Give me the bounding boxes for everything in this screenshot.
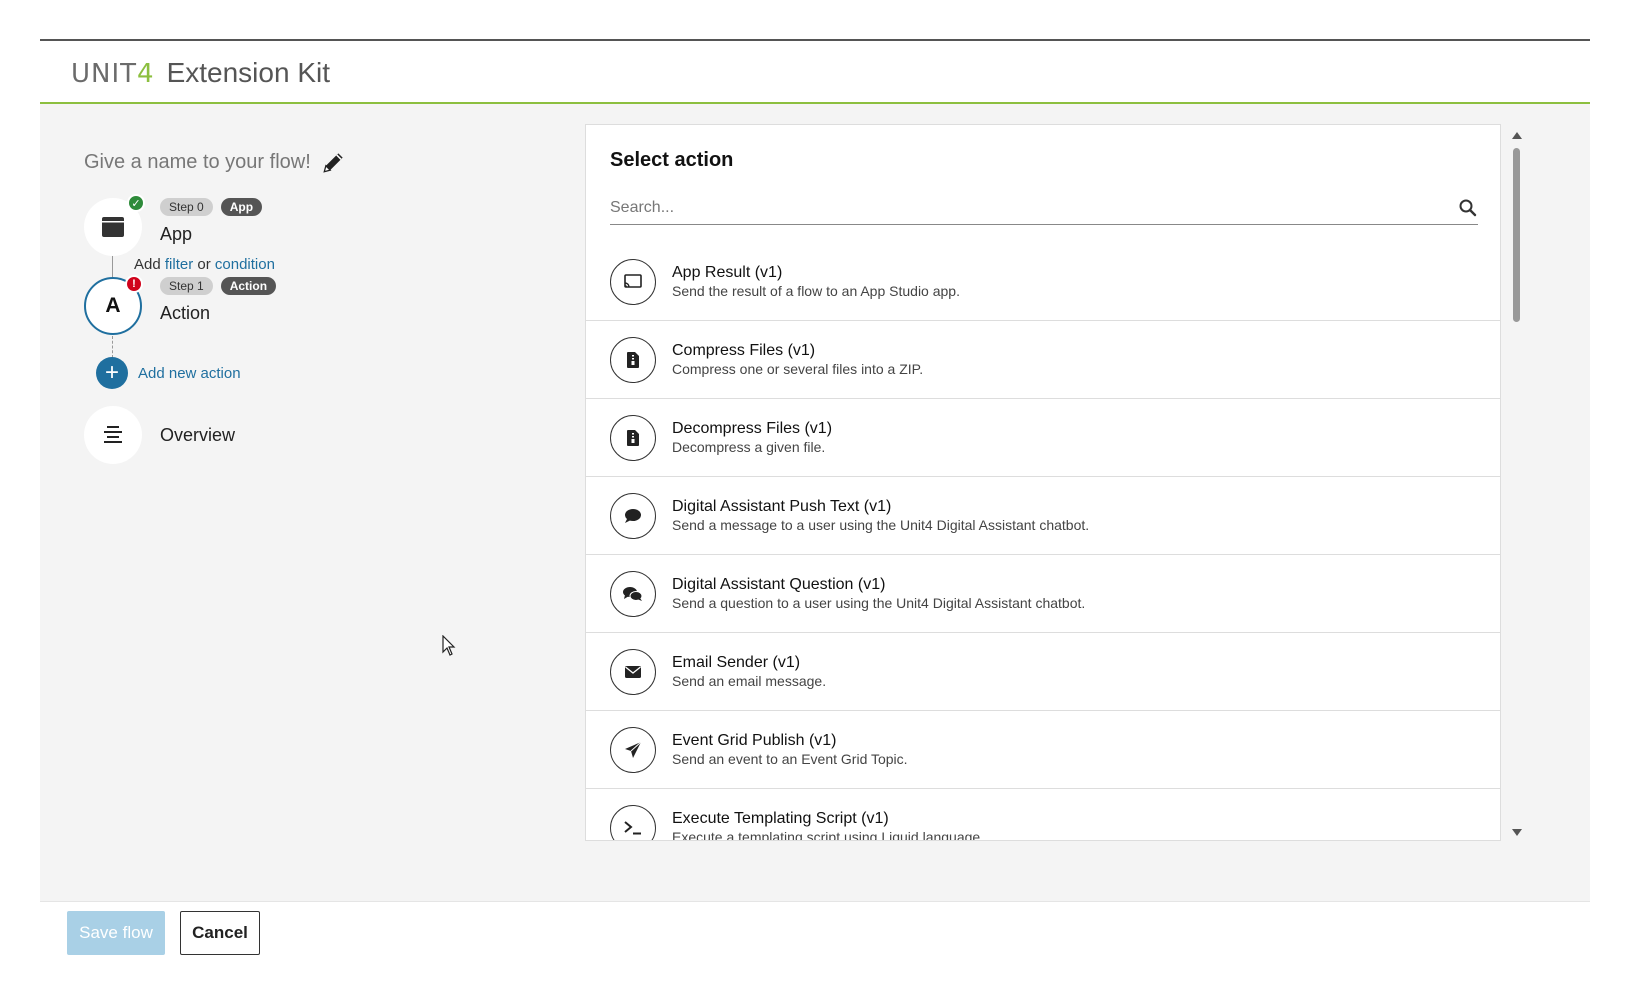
list-item[interactable]: Compress Files (v1) Compress one or seve… [586,321,1500,399]
action-description: Compress one or several files into a ZIP… [672,361,924,377]
action-description: Decompress a given file. [672,439,826,455]
action-description: Send a question to a user using the Unit… [672,595,1086,611]
zip-file-icon [610,414,656,461]
scroll-down-arrow-icon[interactable] [1512,829,1522,836]
overview-label[interactable]: Overview [160,425,235,446]
list-item[interactable]: Execute Templating Script (v1) Execute a… [586,789,1500,841]
cancel-button[interactable]: Cancel [180,911,260,955]
scrollbar[interactable] [1510,128,1524,840]
logo-mark: UNIT4 [71,59,155,89]
action-name: Decompress Files (v1) [672,420,833,437]
list-item[interactable]: Event Grid Publish (v1) Send an event to… [586,711,1500,789]
add-filter-or: or [197,256,211,273]
action-name: Digital Assistant Push Text (v1) [672,498,892,515]
app-header: UNIT4 Extension Kit [40,41,1590,104]
envelope-icon [610,648,656,695]
logo: UNIT4 Extension Kit [71,57,330,89]
align-center-icon [104,426,122,443]
paper-plane-icon [610,726,656,773]
action-name: Execute Templating Script (v1) [672,810,889,827]
mouse-cursor-icon [442,635,456,656]
overview-step[interactable]: Overview [84,406,235,464]
chat-bubbles-icon [610,570,656,617]
filter-link[interactable]: filter [165,256,193,273]
action-list: App Result (v1) Send the result of a flo… [586,243,1500,841]
step-0-circle[interactable]: ✓ [84,194,145,256]
list-item[interactable]: Digital Assistant Push Text (v1) Send a … [586,477,1500,555]
zip-file-icon [610,336,656,383]
action-description: Execute a templating script using Liquid… [672,829,985,841]
scroll-up-arrow-icon[interactable] [1512,132,1522,139]
flow-name-placeholder[interactable]: Give a name to your flow! [84,151,311,174]
list-item[interactable]: Decompress Files (v1) Decompress a given… [586,399,1500,477]
select-action-panel: Select action App Result (v1) Send the r… [585,124,1501,841]
list-item[interactable]: Email Sender (v1) Send an email message. [586,633,1500,711]
step-letter: A [105,294,121,317]
main-area: Give a name to your flow! ✓ Step 0 App A… [40,104,1590,901]
pencil-icon[interactable] [321,149,347,175]
action-name: Digital Assistant Question (v1) [672,576,886,593]
step-title[interactable]: App [160,224,262,245]
step-1[interactable]: A ! Step 1 Action Action [84,275,277,335]
step-title[interactable]: Action [160,303,276,324]
action-description: Send the result of a flow to an App Stud… [672,283,960,299]
step-tag: Step 1 [160,277,213,295]
action-name: Compress Files (v1) [672,342,816,359]
action-name: App Result (v1) [672,264,783,281]
flow-name[interactable]: Give a name to your flow! [84,149,347,175]
add-filter-or-condition: Add filter or condition [134,256,275,273]
scroll-thumb[interactable] [1513,148,1520,322]
type-tag: Action [220,277,277,295]
add-filter-prefix: Add [134,256,161,273]
list-item[interactable]: App Result (v1) Send the result of a flo… [586,243,1500,321]
logo-mark-four: 4 [137,59,155,89]
chat-bubble-icon [610,492,656,539]
action-name: Email Sender (v1) [672,654,801,671]
action-description: Send an event to an Event Grid Topic. [672,751,908,767]
save-flow-button[interactable]: Save flow [67,911,165,955]
step-connector [112,254,113,278]
action-description: Send an email message. [672,673,827,689]
step-0[interactable]: ✓ Step 0 App App [84,194,263,256]
step-connector-dotted [112,336,113,358]
action-description: Send a message to a user using the Unit4… [672,517,1090,533]
error-icon: ! [125,275,143,293]
list-item[interactable]: Digital Assistant Question (v1) Send a q… [586,555,1500,633]
action-name: Event Grid Publish (v1) [672,732,837,749]
step-tag: Step 0 [160,198,213,216]
panel-title: Select action [610,149,734,171]
search-input[interactable] [610,198,1440,217]
footer-bar: Save flow Cancel [40,901,1590,1000]
terminal-icon [610,804,656,840]
type-tag: App [220,198,263,216]
app-title: Extension Kit [166,57,330,88]
search-box[interactable] [610,191,1478,225]
step-1-circle[interactable]: A ! [84,275,143,335]
add-new-action-label[interactable]: Add new action [138,365,241,382]
overview-circle[interactable] [84,406,142,464]
cast-icon [610,258,656,305]
add-new-action-button[interactable]: + Add new action [96,357,241,389]
check-icon: ✓ [127,194,145,212]
condition-link[interactable]: condition [215,256,275,273]
logo-mark-text: UNIT [71,59,138,89]
app-window-icon [102,217,124,237]
plus-icon[interactable]: + [96,357,128,389]
search-icon[interactable] [1458,198,1478,218]
